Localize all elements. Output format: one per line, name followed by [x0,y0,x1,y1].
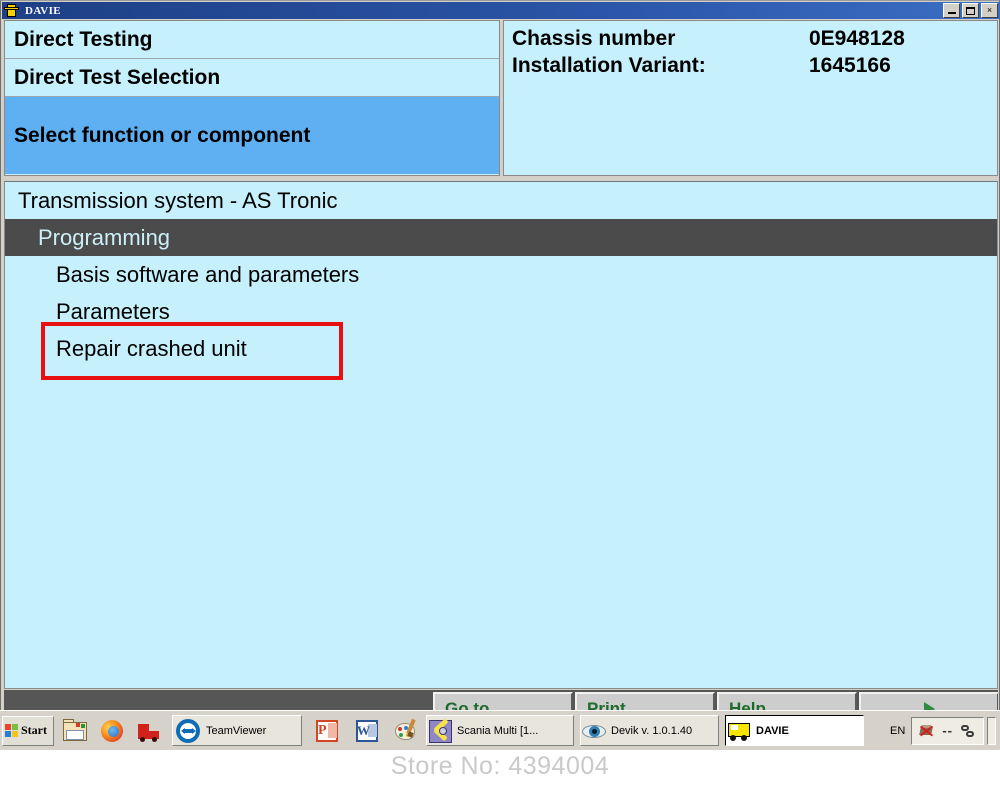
start-button-label: Start [21,723,47,737]
highlighted-item-wrapper: Repair crashed unit [5,322,997,380]
current-prompt: Select function or component [5,97,499,174]
window-controls: × [943,3,998,18]
maximize-button[interactable] [962,3,979,18]
language-indicator[interactable]: EN [890,725,905,737]
taskbar-window-davie[interactable]: DAVIE [725,715,864,746]
help-button[interactable]: Help [717,692,857,711]
print-button[interactable]: Print [575,692,715,711]
installation-variant-value: 1645166 [809,54,891,77]
chassis-number-row: Chassis number 0E948128 [512,27,997,54]
taskbar-window-teamviewer[interactable]: TeamViewer [172,715,302,746]
list-item-programming[interactable]: Programming [5,219,997,256]
store-watermark: Store No: 4394004 [390,752,610,780]
vehicle-info-panel: Chassis number 0E948128 Installation Var… [503,20,998,176]
function-component-list[interactable]: Transmission system - AS Tronic Programm… [4,181,998,689]
paint-icon[interactable] [394,718,420,744]
screen-root: DAVIE × Direct Testing Direct Test Selec… [0,0,1000,787]
teamviewer-label: TeamViewer [206,724,267,737]
firefox-icon[interactable] [99,718,125,744]
davie-application-window: DAVIE × Direct Testing Direct Test Selec… [0,0,1000,711]
application-button-bar: Go to Print Help [4,690,998,711]
quick-launch-bar [62,718,162,744]
window-titlebar: DAVIE × [2,2,1000,19]
devik-eye-icon [581,718,607,744]
teamviewer-icon [175,718,201,744]
tray-clock-area [987,716,996,745]
minimize-button[interactable] [943,3,960,18]
system-tray: EN -- [890,714,1000,748]
chassis-number-value: 0E948128 [809,27,905,50]
list-item-basis-software[interactable]: Basis software and parameters [5,256,997,293]
network-disconnected-icon[interactable] [919,723,935,739]
breadcrumb-level-1[interactable]: Direct Testing [5,21,499,59]
word-icon[interactable]: W [354,718,380,744]
navigation-breadcrumb-panel: Direct Testing Direct Test Selection Sel… [4,20,500,176]
tray-separator-dashes: -- [942,723,953,738]
installation-variant-label: Installation Variant: [512,54,706,77]
header-zone: Direct Testing Direct Test Selection Sel… [2,20,1000,178]
list-item-system[interactable]: Transmission system - AS Tronic [5,182,997,219]
goto-button[interactable]: Go to [433,692,573,711]
show-desktop-folder-icon[interactable] [62,718,88,744]
start-button[interactable]: Start [2,715,54,746]
powerpoint-icon[interactable]: P [314,718,340,744]
next-button[interactable] [859,692,998,711]
window-title: DAVIE [25,4,62,17]
breadcrumb-level-2[interactable]: Direct Test Selection [5,59,499,97]
list-item-parameters[interactable]: Parameters [5,293,997,330]
davie-truck-icon [4,3,20,18]
devik-label: Devik v. 1.0.1.40 [611,724,693,737]
tray-icons-box: -- [911,716,984,745]
windows-flag-icon [5,723,19,738]
davie-label: DAVIE [756,724,789,737]
taskbar-window-scania-multi[interactable]: Scania Multi [1... [426,715,574,746]
close-button[interactable]: × [981,3,998,18]
davie-truck-icon [726,718,752,744]
windows-taskbar: Start TeamViewer P W Scania Multi [1... … [0,710,1000,750]
red-truck-icon[interactable] [136,718,162,744]
list-item-repair-crashed-unit[interactable]: Repair crashed unit [5,330,997,367]
office-quick-launch: P W [314,718,420,744]
taskbar-window-devik[interactable]: Devik v. 1.0.1.40 [580,715,719,746]
scania-multi-label: Scania Multi [1... [457,724,539,737]
chassis-number-label: Chassis number [512,27,676,50]
network-link-icon[interactable] [960,723,976,739]
scania-multi-icon [427,717,453,744]
installation-variant-row: Installation Variant: 1645166 [512,54,997,81]
